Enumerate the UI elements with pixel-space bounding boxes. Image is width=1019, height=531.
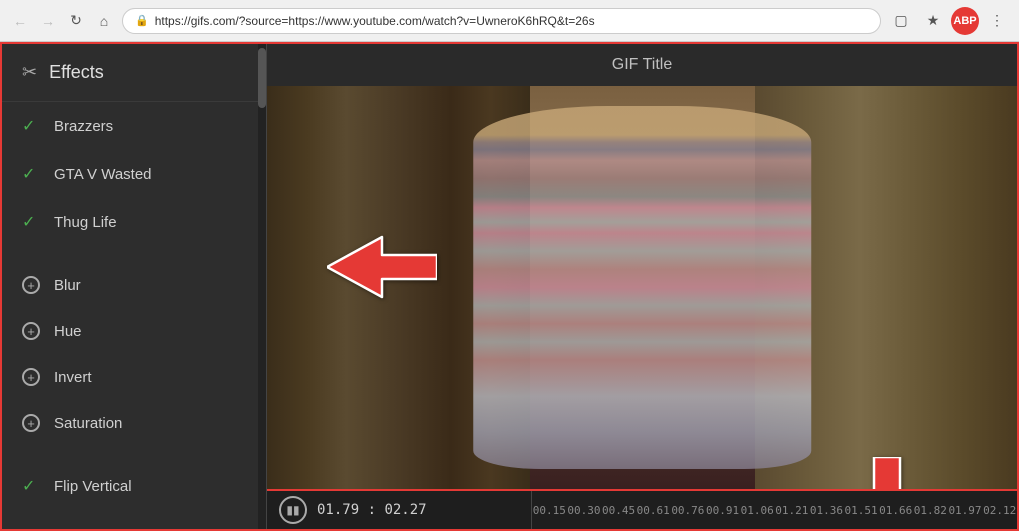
menu-button[interactable]: ⋮ xyxy=(983,7,1011,35)
flip-vertical-label: Flip Vertical xyxy=(54,478,132,495)
timeline-tick[interactable]: 01.97 xyxy=(948,504,983,517)
nav-buttons: ← → ↻ ⌂ xyxy=(8,9,116,33)
reload-button[interactable]: ↻ xyxy=(64,9,88,33)
pause-button[interactable]: ▮▮ xyxy=(279,496,307,524)
blur-label: Blur xyxy=(54,277,81,294)
sidebar: ✂ Effects ✓ Brazzers ✓ GTA V Wasted ✓ Th… xyxy=(2,44,267,529)
check-icon-flip: ✓ xyxy=(22,476,40,496)
plus-circle-invert: + xyxy=(22,368,40,386)
timeline-tick[interactable]: 01.66 xyxy=(878,504,913,517)
plus-icon-blur: + xyxy=(22,276,40,294)
timeline-tick[interactable]: 00.45 xyxy=(601,504,636,517)
adblock-button[interactable]: ABP xyxy=(951,7,979,35)
sidebar-item-saturation[interactable]: + Saturation xyxy=(2,400,266,446)
bookmark-button[interactable]: ★ xyxy=(919,7,947,35)
address-bar[interactable]: 🔒 https://gifs.com/?source=https://www.y… xyxy=(122,8,881,34)
saturation-label: Saturation xyxy=(54,415,122,432)
plus-icon-hue: + xyxy=(22,322,40,340)
timeline-tick[interactable]: 01.82 xyxy=(913,504,948,517)
invert-label: Invert xyxy=(54,369,92,386)
section-divider-3 xyxy=(2,510,266,526)
timeline-tick[interactable]: 00.61 xyxy=(636,504,671,517)
gta-label: GTA V Wasted xyxy=(54,166,152,183)
sidebar-item-thug-life[interactable]: ✓ Thug Life xyxy=(2,198,266,246)
plus-icon-invert: + xyxy=(22,368,40,386)
gif-viewport xyxy=(267,86,1017,489)
cast-button[interactable]: ▢ xyxy=(887,7,915,35)
timeline-tick[interactable]: 00.76 xyxy=(671,504,706,517)
person-body xyxy=(473,106,811,469)
browser-actions: ▢ ★ ABP ⋮ xyxy=(887,7,1011,35)
sidebar-item-flip-vertical[interactable]: ✓ Flip Vertical xyxy=(2,462,266,510)
lock-icon: 🔒 xyxy=(135,14,149,27)
sidebar-scroll[interactable]: ✂ Effects ✓ Brazzers ✓ GTA V Wasted ✓ Th… xyxy=(2,44,266,529)
plus-circle-saturation: + xyxy=(22,414,40,432)
effects-header: ✂ Effects xyxy=(2,44,266,102)
section-divider-2 xyxy=(2,446,266,462)
time-separator: : xyxy=(368,502,385,518)
check-icon-brazzers: ✓ xyxy=(22,116,40,136)
home-button[interactable]: ⌂ xyxy=(92,9,116,33)
timeline-tick[interactable]: 01.06 xyxy=(740,504,775,517)
thug-life-label: Thug Life xyxy=(54,214,117,231)
down-arrow-svg xyxy=(852,457,922,489)
timeline-tick[interactable]: 00.91 xyxy=(705,504,740,517)
plus-circle-hue: + xyxy=(22,322,40,340)
check-icon-gta: ✓ xyxy=(22,164,40,184)
check-icon-thug: ✓ xyxy=(22,212,40,232)
effects-title: Effects xyxy=(49,62,104,83)
sidebar-item-blur[interactable]: + Blur xyxy=(2,262,266,308)
section-divider-1 xyxy=(2,246,266,262)
browser-chrome: ← → ↻ ⌂ 🔒 https://gifs.com/?source=https… xyxy=(0,0,1019,42)
timeline-tick[interactable]: 00.15 xyxy=(532,504,567,517)
sidebar-item-hue[interactable]: + Hue xyxy=(2,308,266,354)
current-time: 01.79 : 02.27 xyxy=(317,502,427,518)
playback-section: ▮▮ 01.79 : 02.27 xyxy=(267,491,532,529)
timeline-tick[interactable]: 02.12 xyxy=(982,504,1017,517)
timeline-tick[interactable]: 01.36 xyxy=(809,504,844,517)
person-silhouette xyxy=(473,106,811,469)
scrollbar-track[interactable] xyxy=(258,44,266,529)
time-current: 01.79 xyxy=(317,502,359,518)
gif-title-bar: GIF Title xyxy=(267,44,1017,86)
timeline-tick[interactable]: 01.51 xyxy=(844,504,879,517)
gif-area: GIF Title xyxy=(267,44,1017,529)
timeline-ticks[interactable]: 00.1500.3000.4500.6100.7600.9101.0601.21… xyxy=(532,491,1017,529)
sidebar-item-brazzers[interactable]: ✓ Brazzers xyxy=(2,102,266,150)
forward-button[interactable]: → xyxy=(36,9,60,33)
main-content: ✂ Effects ✓ Brazzers ✓ GTA V Wasted ✓ Th… xyxy=(0,42,1019,531)
url-text: https://gifs.com/?source=https://www.you… xyxy=(155,14,595,28)
sidebar-item-gta-v-wasted[interactable]: ✓ GTA V Wasted xyxy=(2,150,266,198)
left-arrow-svg xyxy=(327,227,437,307)
plus-icon-saturation: + xyxy=(22,414,40,432)
plus-circle-blur: + xyxy=(22,276,40,294)
scrollbar-thumb[interactable] xyxy=(258,48,266,108)
sidebar-item-invert[interactable]: + Invert xyxy=(2,354,266,400)
timeline-tick[interactable]: 01.21 xyxy=(774,504,809,517)
timeline-tick[interactable]: 00.30 xyxy=(567,504,602,517)
brazzers-label: Brazzers xyxy=(54,118,113,135)
back-button[interactable]: ← xyxy=(8,9,32,33)
scissors-icon: ✂ xyxy=(22,62,37,83)
timeline-bar: ▮▮ 01.79 : 02.27 00.1500.3000.4500.6100.… xyxy=(267,489,1017,529)
gif-title: GIF Title xyxy=(612,56,672,74)
hue-label: Hue xyxy=(54,323,82,340)
time-total: 02.27 xyxy=(384,502,426,518)
